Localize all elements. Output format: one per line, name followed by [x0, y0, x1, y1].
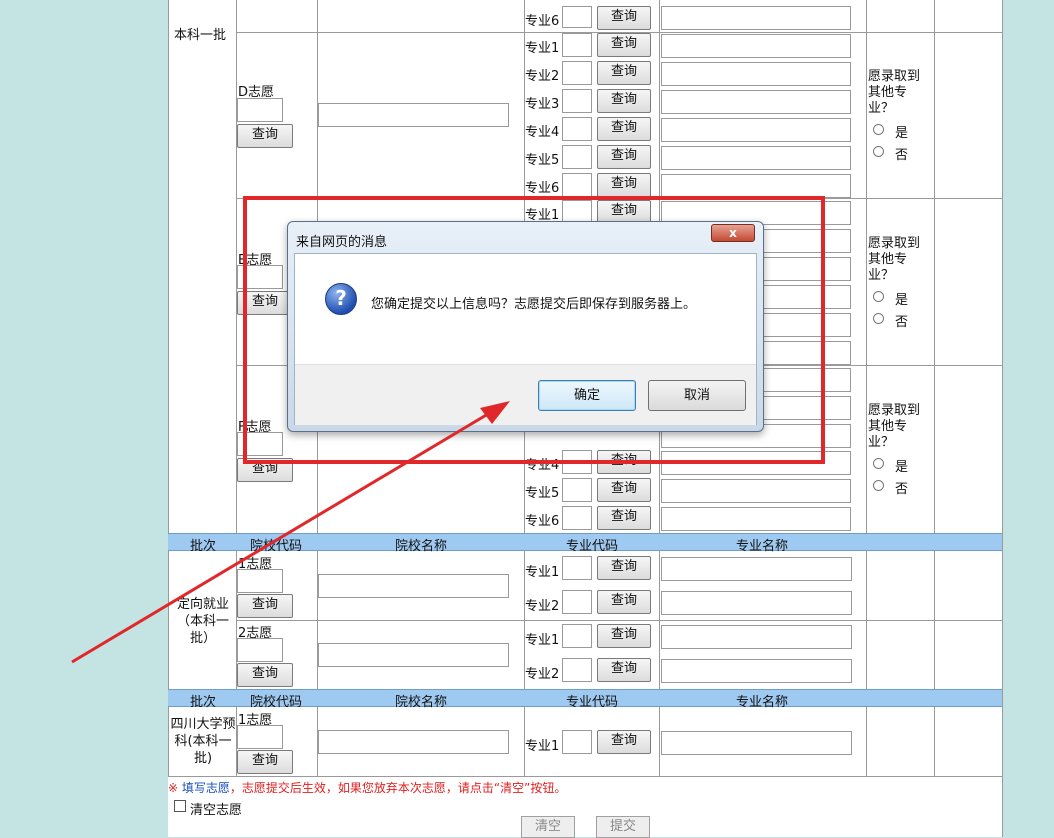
annotation-arrow: [71, 401, 510, 664]
